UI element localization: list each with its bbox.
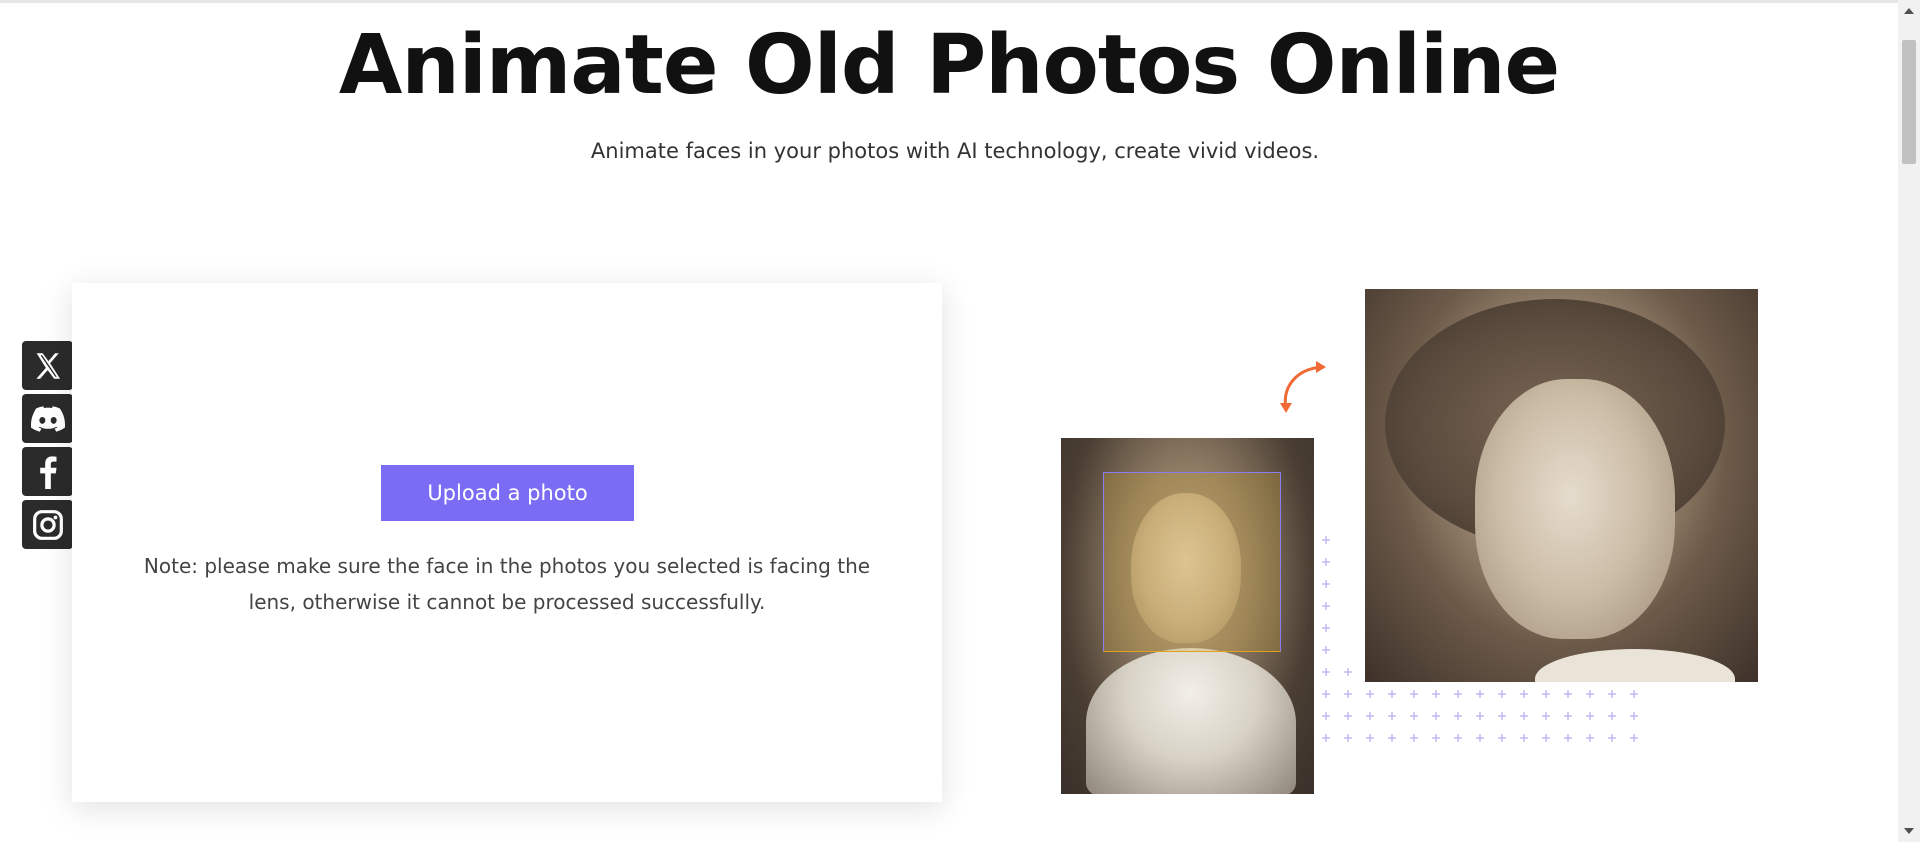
page-title: Animate Old Photos Online: [338, 18, 1560, 113]
page-subtitle: Animate faces in your photos with AI tec…: [590, 139, 1320, 163]
photo-clothing: [1086, 648, 1296, 794]
top-border: [0, 0, 1898, 3]
animated-photo: [1365, 289, 1758, 682]
scroll-down-arrow[interactable]: [1904, 828, 1914, 834]
x-share-button[interactable]: [22, 341, 73, 390]
discord-icon: [30, 405, 65, 432]
example-illustration: [1055, 285, 1775, 800]
original-photo: [1061, 438, 1314, 794]
upload-card: Upload a photo Note: please make sure th…: [72, 283, 942, 802]
scrollbar-thumb[interactable]: [1902, 40, 1916, 164]
face-detection-box: [1103, 472, 1281, 652]
instagram-icon: [32, 509, 63, 540]
photo-face-large: [1475, 379, 1675, 639]
swap-arrow-icon: [1280, 361, 1326, 413]
scrollbar[interactable]: [1898, 0, 1920, 842]
photo-collar: [1535, 649, 1735, 682]
social-share-bar: [22, 341, 73, 553]
upload-photo-button[interactable]: Upload a photo: [381, 465, 634, 521]
upload-note: Note: please make sure the face in the p…: [143, 554, 871, 614]
instagram-share-button[interactable]: [22, 500, 73, 549]
discord-share-button[interactable]: [22, 394, 73, 443]
facebook-share-button[interactable]: [22, 447, 73, 496]
scroll-up-arrow[interactable]: [1904, 8, 1914, 14]
facebook-icon: [39, 455, 56, 489]
x-icon: [35, 352, 60, 379]
